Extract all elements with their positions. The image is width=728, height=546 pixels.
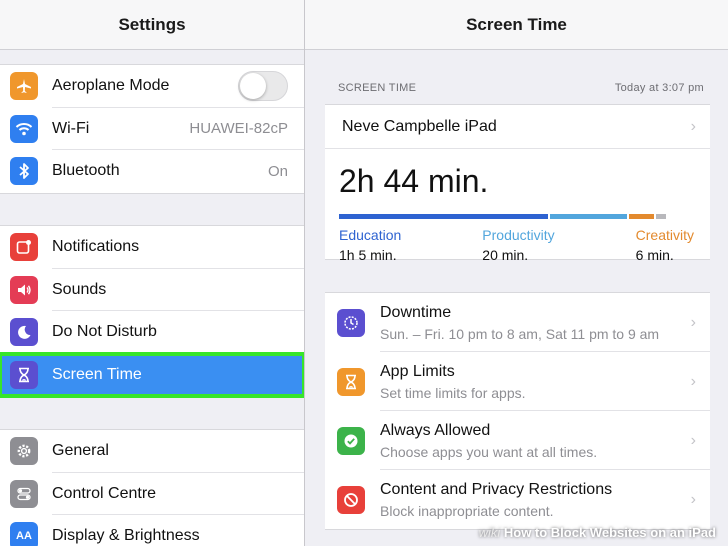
downtime-icon [337,308,365,337]
category-creativity: Creativity 6 min. [636,227,694,263]
option-title: Downtime [380,303,452,321]
wifi-icon [10,114,38,143]
airplane-icon [10,72,38,101]
sidebar-item-notifications[interactable]: Notifications [0,226,304,269]
sidebar-item-label: Display & Brightness [52,527,200,545]
sidebar-item-label: Sounds [52,280,107,298]
sidebar-item-general[interactable]: General [0,430,304,473]
aeroplane-mode-toggle[interactable] [238,71,288,102]
sidebar-item-label: Control Centre [52,484,157,502]
sidebar-item-aeroplane-mode[interactable]: Aeroplane Mode [0,65,304,108]
option-subtitle: Choose apps you want at all times. [380,443,598,460]
bluetooth-icon [10,157,38,186]
watermark: wiki How to Block Websites on an iPad [479,525,716,540]
option-title: Always Allowed [380,421,491,439]
total-usage: 2h 44 min. [339,163,489,199]
notifications-icon [10,233,38,262]
category-time: 1h 5 min. [339,247,397,263]
usage-bar [339,214,694,219]
category-time: 20 min. [482,247,529,263]
bluetooth-status: On [267,162,288,180]
screen-time-section-header: SCREEN TIME Today at 3:07 pm [338,82,704,94]
chevron-right-icon: › [690,490,696,508]
sidebar-item-label: Do Not Disturb [52,323,157,341]
sidebar-item-label: Screen Time [52,365,142,383]
app-limits-row[interactable]: App Limits Set time limits for apps. › [325,352,710,411]
connectivity-group: Aeroplane Mode Wi-Fi HUAWEI-82cP Bluetoo… [0,64,304,194]
watermark-text: How to Block Websites on an iPad [503,525,716,540]
device-name: Neve Campbelle iPad [342,117,497,135]
usage-bar-segment [629,214,654,219]
chevron-right-icon: › [690,313,696,331]
text-size-icon: AA [10,522,38,546]
content-privacy-row[interactable]: Content and Privacy Restrictions Block i… [325,470,710,529]
sidebar-item-wifi[interactable]: Wi-Fi HUAWEI-82cP [0,108,304,150]
screen-time-pane: Screen Time SCREEN TIME Today at 3:07 pm… [305,0,728,546]
chevron-right-icon: › [690,117,696,135]
restriction-icon [337,485,365,514]
hourglass-icon [337,367,365,396]
section-label: SCREEN TIME [338,82,417,94]
moon-icon [10,318,38,347]
sidebar-item-label: Aeroplane Mode [52,77,170,95]
notifications-group: Notifications Sounds Do Not Disturb Scre… [0,225,306,398]
always-allowed-row[interactable]: Always Allowed Choose apps you want at a… [325,411,710,470]
sidebar-item-label: Wi-Fi [52,119,90,137]
option-title: App Limits [380,362,455,380]
option-subtitle: Set time limits for apps. [380,384,526,401]
gear-icon [10,437,38,466]
usage-bar-segment [339,214,549,219]
sidebar-item-sounds[interactable]: Sounds [0,269,304,311]
category-productivity: Productivity 20 min. [482,227,554,263]
downtime-row[interactable]: Downtime Sun. – Fri. 10 pm to 8 am, Sat … [325,293,710,352]
sidebar-item-control-centre[interactable]: Control Centre [0,473,304,515]
sidebar-item-do-not-disturb[interactable]: Do Not Disturb [0,311,304,354]
option-subtitle: Sun. – Fri. 10 pm to 8 am, Sat 11 pm to … [380,325,660,342]
chevron-right-icon: › [690,372,696,390]
toggles-icon [10,479,38,508]
speaker-icon [10,275,38,304]
screen-time-title: Screen Time [305,0,728,50]
device-row[interactable]: Neve Campbelle iPad › [325,105,710,149]
watermark-brand: wiki [478,525,501,540]
category-education: Education 1h 5 min. [339,227,401,263]
general-group: General Control Centre AA Display & Brig… [0,429,304,546]
sidebar-item-label: Bluetooth [52,162,120,180]
checkmark-icon [337,426,365,455]
settings-title: Settings [0,0,304,50]
settings-sidebar: Settings Aeroplane Mode Wi-Fi HUAWEI-82c… [0,0,306,546]
chevron-right-icon: › [690,431,696,449]
category-name: Creativity [635,227,694,243]
sidebar-item-label: General [52,442,109,460]
sidebar-item-screen-time[interactable]: Screen Time [0,351,306,398]
option-subtitle: Block inappropriate content. [380,502,554,519]
category-name: Productivity [482,227,555,243]
sidebar-item-label: Notifications [52,238,140,256]
wifi-network-name: HUAWEI-82cP [189,120,288,138]
category-time: 6 min. [635,247,674,263]
sidebar-item-bluetooth[interactable]: Bluetooth On [0,150,304,193]
usage-bar-segment [655,214,667,219]
category-name: Education [339,227,402,243]
sidebar-item-display-brightness[interactable]: AA Display & Brightness [0,515,304,546]
usage-card: Neve Campbelle iPad › 2h 44 min. Educati… [325,104,710,263]
usage-bar-segment [550,214,628,219]
toggle-knob [240,73,266,100]
option-title: Content and Privacy Restrictions [380,480,613,498]
usage-categories: Education 1h 5 min. Productivity 20 min.… [339,227,694,263]
hourglass-icon [10,360,38,389]
options-card: Downtime Sun. – Fri. 10 pm to 8 am, Sat … [325,292,710,530]
updated-timestamp: Today at 3:07 pm [614,82,704,94]
